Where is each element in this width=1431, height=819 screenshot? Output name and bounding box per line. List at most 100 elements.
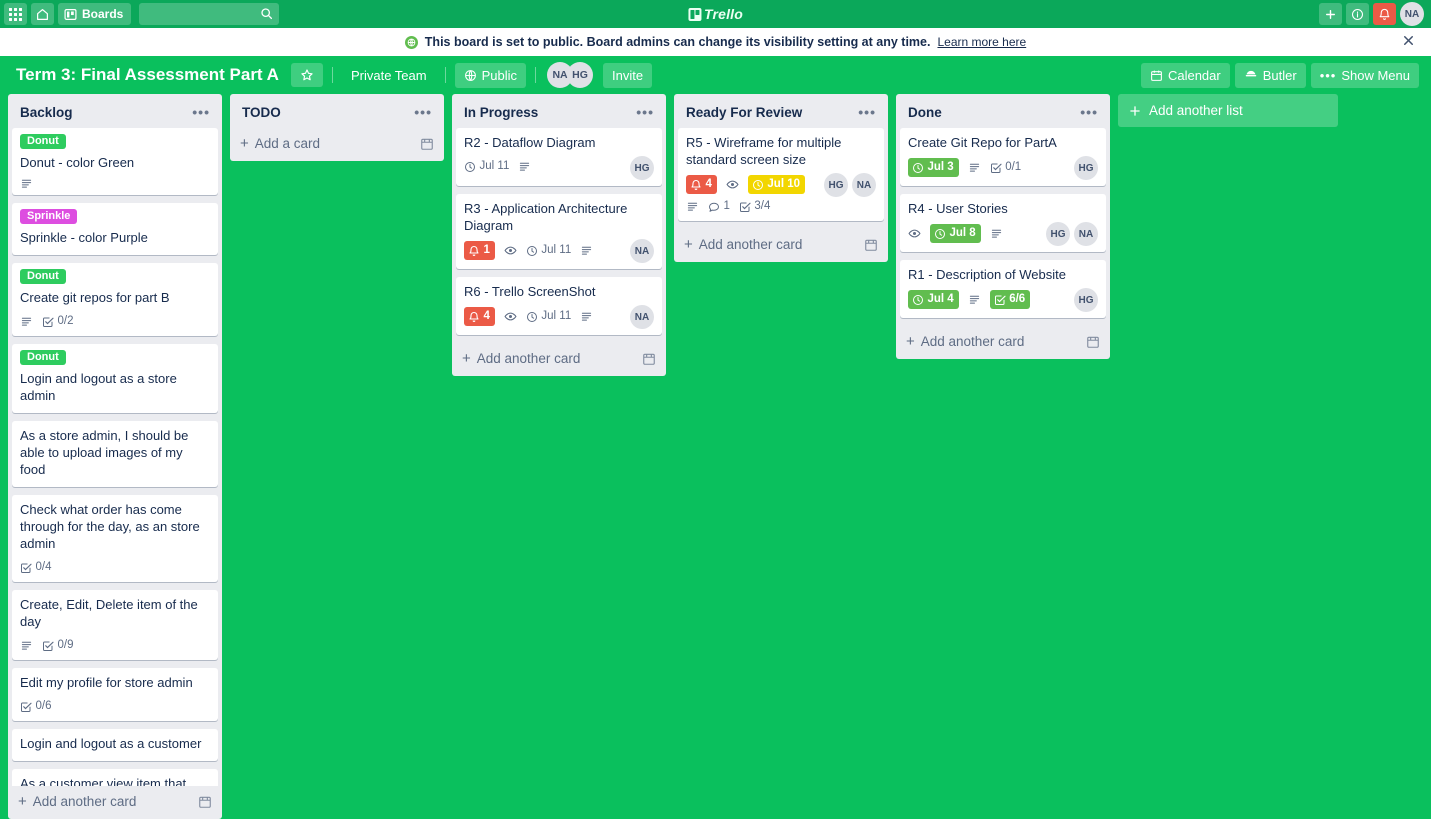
card-member-avatar[interactable]: NA bbox=[630, 239, 654, 263]
add-list-button[interactable]: Add another list bbox=[1118, 94, 1338, 127]
card-member-avatar[interactable]: HG bbox=[1046, 222, 1070, 246]
card-template-icon[interactable] bbox=[864, 238, 878, 252]
card[interactable]: R5 - Wireframe for multiple standard scr… bbox=[678, 128, 884, 221]
card[interactable]: Donut Create git repos for part B 0/2 bbox=[12, 263, 218, 336]
card-list[interactable]: Create Git Repo for PartA Jul 3 0/1 HG R4 - … bbox=[896, 128, 1110, 326]
card-list[interactable]: R5 - Wireframe for multiple standard scr… bbox=[674, 128, 888, 229]
card-list[interactable]: Donut Donut - color Green Sprinkle Sprinkle… bbox=[8, 128, 222, 786]
add-card-button[interactable]: + Add another card bbox=[8, 786, 222, 819]
board-member-avatar[interactable]: HG bbox=[567, 62, 594, 88]
card-title: Donut - color Green bbox=[20, 155, 135, 170]
list-menu-icon[interactable]: ••• bbox=[632, 104, 658, 120]
card[interactable]: Edit my profile for store admin 0/6 bbox=[12, 668, 218, 721]
list-menu-icon[interactable]: ••• bbox=[188, 104, 214, 120]
plus-icon: + bbox=[462, 350, 471, 367]
card[interactable]: Login and logout as a customer bbox=[12, 729, 218, 761]
card-label[interactable]: Donut bbox=[20, 269, 66, 284]
card-meta-row: 0/4 bbox=[20, 555, 210, 576]
add-card-button[interactable]: + Add another card bbox=[896, 326, 1110, 359]
checklist-badge: 3/4 bbox=[739, 198, 770, 215]
star-board-button[interactable] bbox=[290, 63, 323, 87]
card[interactable]: R3 - Application Architecture Diagram 1 Ju… bbox=[456, 194, 662, 269]
checklist-icon bbox=[990, 162, 1002, 174]
apps-grid-button[interactable] bbox=[4, 3, 27, 25]
list-header[interactable]: Done ••• bbox=[896, 94, 1110, 128]
boards-button[interactable]: Boards bbox=[58, 3, 132, 25]
boards-label: Boards bbox=[82, 7, 124, 21]
card[interactable]: Donut Login and logout as a store admin bbox=[12, 344, 218, 413]
due-date-icon bbox=[526, 311, 538, 323]
card-badges: Jul 11 bbox=[464, 158, 630, 175]
checklist-badge: 0/6 bbox=[20, 698, 52, 715]
butler-button[interactable]: Butler bbox=[1234, 62, 1306, 88]
list-header[interactable]: Backlog ••• bbox=[8, 94, 222, 128]
card-member-avatar[interactable]: NA bbox=[1074, 222, 1098, 246]
plus-icon: + bbox=[240, 135, 249, 152]
board-canvas: Backlog ••• Donut Donut - color Green Sprink… bbox=[0, 94, 1431, 819]
banner-learn-more-link[interactable]: Learn more here bbox=[937, 35, 1026, 49]
calendar-button[interactable]: Calendar bbox=[1140, 62, 1230, 88]
card[interactable]: R4 - User Stories Jul 8 HG NA bbox=[900, 194, 1106, 252]
card-template-icon[interactable] bbox=[198, 795, 212, 809]
card-title: R5 - Wireframe for multiple standard scr… bbox=[686, 135, 842, 167]
team-name-button[interactable]: Private Team bbox=[342, 63, 436, 88]
card[interactable]: As a customer view item that can be orde… bbox=[12, 769, 218, 786]
card-title: R2 - Dataflow Diagram bbox=[464, 135, 596, 150]
card-member-avatar[interactable]: HG bbox=[1074, 288, 1098, 312]
card[interactable]: Sprinkle Sprinkle - color Purple bbox=[12, 203, 218, 255]
search-icon bbox=[260, 7, 273, 20]
list-title: TODO bbox=[242, 104, 281, 120]
card-label[interactable]: Donut bbox=[20, 134, 66, 149]
card[interactable]: Donut Donut - color Green bbox=[12, 128, 218, 195]
search-box[interactable] bbox=[139, 3, 280, 25]
list-header[interactable]: In Progress ••• bbox=[452, 94, 666, 128]
card-meta-row: Jul 3 0/1 HG bbox=[908, 154, 1098, 180]
search-input[interactable] bbox=[139, 7, 280, 21]
card[interactable]: Check what order has come through for th… bbox=[12, 495, 218, 582]
card-labels: Donut bbox=[20, 350, 210, 365]
card[interactable]: R2 - Dataflow Diagram Jul 11 HG bbox=[456, 128, 662, 186]
add-card-button[interactable]: + Add another card bbox=[452, 343, 666, 376]
card-title: Login and logout as a store admin bbox=[20, 371, 177, 403]
card-list[interactable]: R2 - Dataflow Diagram Jul 11 HG R3 - Applic… bbox=[452, 128, 666, 343]
list-header[interactable]: Ready For Review ••• bbox=[674, 94, 888, 128]
card-template-icon[interactable] bbox=[420, 137, 434, 151]
notifications-button[interactable] bbox=[1373, 3, 1396, 25]
card[interactable]: Create, Edit, Delete item of the day 0/9 bbox=[12, 590, 218, 660]
list-menu-icon[interactable]: ••• bbox=[410, 104, 436, 120]
add-button[interactable] bbox=[1319, 3, 1342, 25]
card[interactable]: R6 - Trello ScreenShot 4 Jul 11 NA bbox=[456, 277, 662, 335]
add-card-button[interactable]: + Add another card bbox=[674, 229, 888, 262]
invite-button[interactable]: Invite bbox=[603, 62, 653, 88]
checklist-badge: 0/2 bbox=[42, 313, 74, 330]
card-label[interactable]: Donut bbox=[20, 350, 66, 365]
home-button[interactable] bbox=[31, 3, 54, 25]
notification-badge: 4 bbox=[686, 175, 717, 194]
close-icon[interactable] bbox=[1401, 33, 1419, 51]
add-card-button[interactable]: + Add a card bbox=[230, 128, 444, 161]
banner-message: This board is set to public. Board admin… bbox=[424, 35, 931, 49]
card-template-icon[interactable] bbox=[1086, 335, 1100, 349]
visibility-label: Public bbox=[481, 67, 518, 83]
board-title[interactable]: Term 3: Final Assessment Part A bbox=[8, 61, 287, 89]
info-button[interactable] bbox=[1346, 3, 1369, 25]
card-member-avatar[interactable]: HG bbox=[824, 173, 848, 197]
show-menu-button[interactable]: ••• Show Menu bbox=[1310, 62, 1419, 88]
card-member-avatar[interactable]: NA bbox=[630, 305, 654, 329]
card-label[interactable]: Sprinkle bbox=[20, 209, 78, 224]
list-menu-icon[interactable]: ••• bbox=[854, 104, 880, 120]
card[interactable]: R1 - Description of Website Jul 4 6/6 HG bbox=[900, 260, 1106, 318]
card[interactable]: As a store admin, I should be able to up… bbox=[12, 421, 218, 487]
user-avatar[interactable]: NA bbox=[1400, 2, 1424, 26]
list-menu-icon[interactable]: ••• bbox=[1076, 104, 1102, 120]
trello-logo[interactable]: Trello bbox=[687, 6, 743, 22]
visibility-button[interactable]: Public bbox=[454, 62, 527, 88]
card-member-avatar[interactable]: HG bbox=[1074, 156, 1098, 180]
card-member-avatar[interactable]: HG bbox=[630, 156, 654, 180]
card-member-avatar[interactable]: NA bbox=[852, 173, 876, 197]
due-date-badge: Jul 10 bbox=[747, 175, 806, 194]
card-template-icon[interactable] bbox=[642, 352, 656, 366]
list-header[interactable]: TODO ••• bbox=[230, 94, 444, 128]
description-badge bbox=[990, 228, 1003, 239]
card[interactable]: Create Git Repo for PartA Jul 3 0/1 HG bbox=[900, 128, 1106, 186]
